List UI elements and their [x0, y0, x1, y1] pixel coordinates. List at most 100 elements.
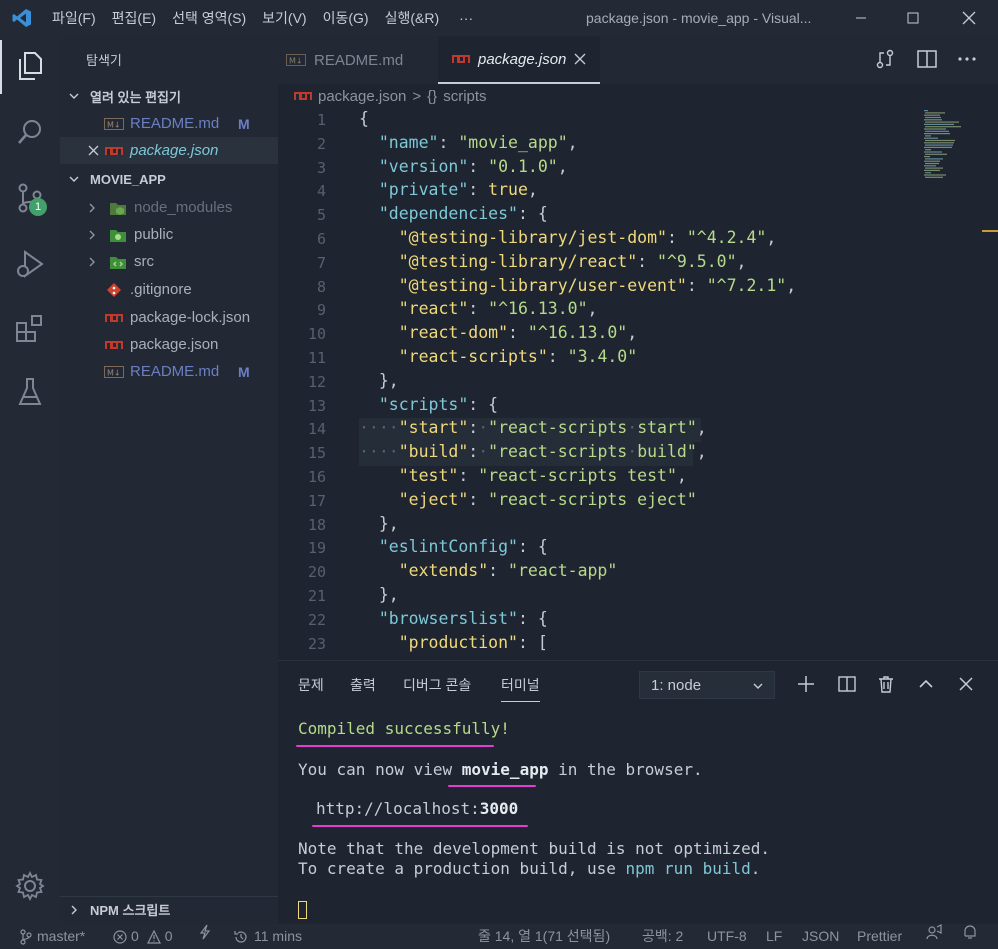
- code-editor[interactable]: 1 2 3 4 5 6 7 8 9 10 11 12 13 14 15 16 17 18 19 20 21 22 23 { …: [278, 108, 998, 658]
- project-header[interactable]: MOVIE_APP: [60, 166, 278, 192]
- maximize-button[interactable]: [890, 0, 936, 36]
- run-debug-icon: [15, 249, 45, 282]
- panel-tab-output[interactable]: 출력: [350, 675, 376, 695]
- minimize-button[interactable]: [838, 0, 884, 36]
- indentation-status[interactable]: 공백: 2: [642, 924, 683, 949]
- extensions-button[interactable]: [0, 302, 60, 356]
- minimap-line: [924, 142, 954, 144]
- tree-item-package-json[interactable]: package.json: [60, 331, 278, 358]
- lightning-icon: [199, 924, 211, 940]
- minimap-line: [925, 139, 955, 142]
- manage-button[interactable]: [0, 860, 60, 914]
- breadcrumb-file[interactable]: package.json: [318, 88, 406, 105]
- compare-icon: [874, 49, 896, 73]
- menu-file[interactable]: 파일(F): [44, 0, 104, 36]
- notifications-button[interactable]: [962, 924, 978, 940]
- problems-status[interactable]: 0 0: [113, 924, 173, 949]
- code-line: "browserslist": {: [378, 608, 548, 628]
- npm-icon: [104, 336, 124, 354]
- panel-tab-terminal[interactable]: 터미널: [501, 675, 540, 702]
- panel-tab-problems[interactable]: 문제: [298, 675, 324, 695]
- menu-go[interactable]: 이동(G): [315, 0, 377, 36]
- time-status[interactable]: 11 mins: [233, 924, 302, 949]
- prettier-status[interactable]: Prettier: [857, 924, 902, 949]
- history-icon: [233, 929, 249, 945]
- warning-count: 0: [164, 928, 173, 944]
- menu-more[interactable]: ···: [447, 0, 481, 36]
- minimap-line: [925, 162, 939, 165]
- highlight-underline: [448, 785, 536, 787]
- tree-item-readme[interactable]: M↓ README.md M: [60, 358, 278, 385]
- npm-icon: [452, 55, 470, 63]
- tree-item-package-lock-label: package-lock.json: [130, 309, 251, 326]
- feedback-icon: [926, 924, 942, 940]
- menu-view[interactable]: 보기(V): [254, 0, 314, 36]
- search-button[interactable]: [0, 106, 60, 160]
- open-editor-readme-label: README.md: [130, 115, 220, 132]
- open-editors-header[interactable]: 열려 있는 편집기: [60, 83, 278, 109]
- feedback-button[interactable]: [926, 924, 942, 940]
- scrollbar-marker: [982, 230, 998, 232]
- tree-item-readme-label: README.md: [130, 363, 220, 380]
- url-port: 3000: [479, 799, 519, 818]
- open-changes-button[interactable]: [874, 48, 896, 73]
- modified-badge: M: [238, 115, 250, 132]
- source-control-button[interactable]: 1: [0, 172, 60, 226]
- new-terminal-button[interactable]: [794, 673, 818, 697]
- code-line: ····"build":·"react-scripts·build",: [359, 442, 707, 462]
- tab-readme[interactable]: M↓ README.md: [286, 36, 436, 84]
- breadcrumb-separator: >: [412, 87, 422, 105]
- lightning-status[interactable]: [199, 924, 211, 940]
- line-number: 17: [307, 491, 326, 510]
- project-label: MOVIE_APP: [90, 171, 166, 187]
- minimap[interactable]: [920, 108, 990, 188]
- language-status[interactable]: JSON: [802, 924, 839, 949]
- open-editor-readme[interactable]: M↓ README.md M: [60, 110, 278, 137]
- panel-tab-debug-console[interactable]: 디버그 콘솔: [403, 675, 471, 695]
- code-line: "private": true,: [378, 180, 538, 200]
- terminal-cursor: [298, 901, 307, 919]
- terminal-select[interactable]: 1: node: [639, 671, 775, 699]
- split-editor-button[interactable]: [916, 48, 938, 73]
- branch-status[interactable]: master*: [20, 924, 85, 949]
- line-number: 16: [307, 468, 326, 486]
- chevron-down-icon: [66, 88, 82, 104]
- kill-terminal-button[interactable]: [874, 673, 898, 697]
- cursor-position-status[interactable]: 줄 14, 열 1(71 선택됨): [478, 924, 610, 949]
- line-number: 14: [307, 420, 326, 439]
- terminal-url[interactable]: http://localhost:3000: [316, 799, 518, 818]
- eol-status[interactable]: LF: [766, 924, 782, 949]
- close-icon[interactable]: [88, 145, 100, 156]
- line-number: 18: [307, 515, 326, 534]
- close-window-button[interactable]: [946, 0, 992, 36]
- run-debug-button[interactable]: [0, 238, 60, 292]
- breadcrumb-symbol[interactable]: scripts: [443, 88, 486, 105]
- more-actions-button[interactable]: [956, 48, 978, 73]
- tree-item-node-modules-label: node_modules: [134, 199, 233, 216]
- encoding-status[interactable]: UTF-8: [707, 924, 747, 949]
- open-editor-package-json[interactable]: package.json: [60, 137, 278, 164]
- close-panel-button[interactable]: [954, 673, 978, 697]
- explorer-button[interactable]: [0, 40, 60, 94]
- chevron-up-icon: [917, 675, 935, 696]
- tree-item-gitignore[interactable]: .gitignore: [60, 276, 278, 303]
- title-bar: 파일(F) 편집(E) 선택 영역(S) 보기(V) 이동(G) 실행(&R) …: [0, 0, 998, 36]
- tree-item-node-modules[interactable]: node_modules: [60, 194, 278, 221]
- menu-edit[interactable]: 편집(E): [104, 0, 164, 36]
- menu-run[interactable]: 실행(&R): [377, 0, 448, 36]
- line-number: 2: [316, 134, 326, 153]
- close-tab-icon[interactable]: [574, 53, 586, 65]
- tree-item-src[interactable]: src: [60, 248, 278, 275]
- tree-item-package-lock[interactable]: package-lock.json: [60, 304, 278, 331]
- minimap-line: [924, 123, 954, 125]
- npm-scripts-header[interactable]: NPM 스크립트: [60, 896, 278, 922]
- view-pre: You can now view: [298, 760, 462, 779]
- minimap-line: [924, 156, 930, 158]
- maximize-panel-button[interactable]: [914, 673, 938, 697]
- menu-selection[interactable]: 선택 영역(S): [164, 0, 254, 36]
- tab-package-json[interactable]: package.json: [438, 36, 600, 84]
- vscode-logo-icon: [0, 0, 44, 36]
- split-terminal-button[interactable]: [835, 673, 859, 697]
- tree-item-public[interactable]: public: [60, 221, 278, 248]
- testing-button[interactable]: [0, 366, 60, 420]
